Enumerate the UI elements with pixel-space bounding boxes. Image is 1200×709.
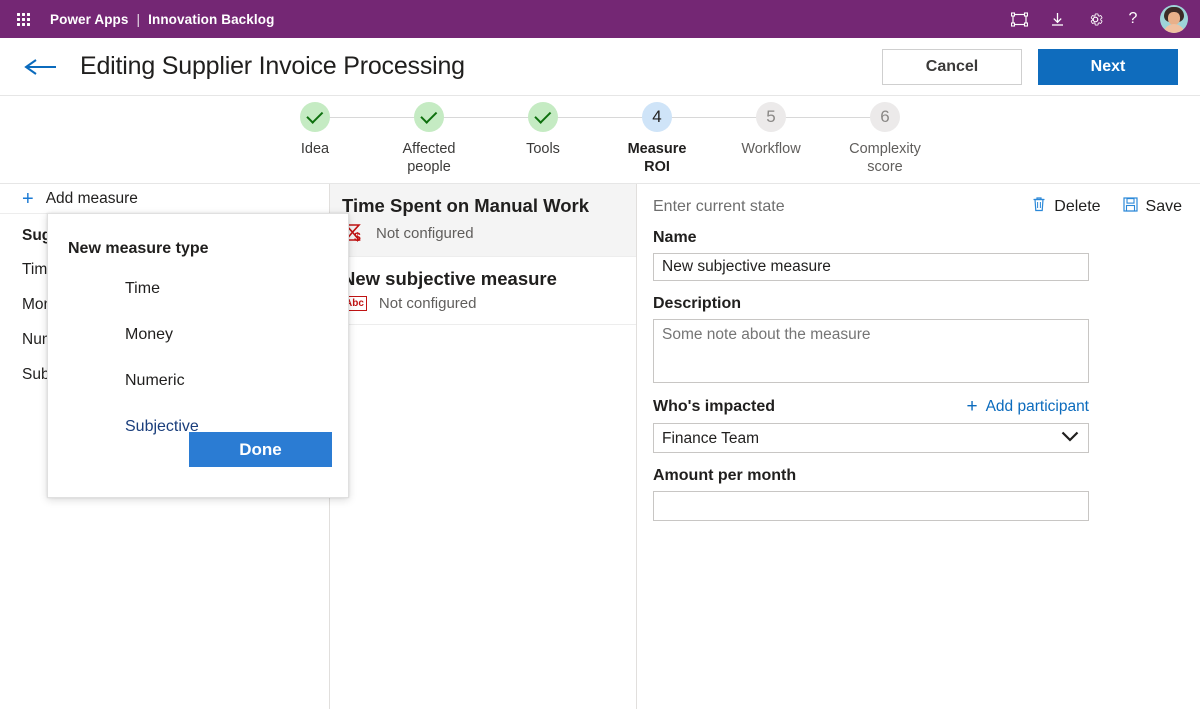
impacted-label: Who's impacted — [653, 397, 776, 415]
gear-icon[interactable] — [1078, 2, 1112, 36]
suite-bar: Power Apps | Innovation Backlog ? — [0, 0, 1200, 38]
delete-label: Delete — [1054, 197, 1101, 215]
measure-type-option[interactable]: Numeric — [125, 372, 332, 390]
save-button[interactable]: Save — [1122, 196, 1182, 217]
app-name[interactable]: Power Apps — [50, 12, 129, 27]
page-title: Editing Supplier Invoice Processing — [80, 52, 465, 80]
add-participant-label: Add participant — [985, 397, 1089, 415]
description-input[interactable] — [653, 319, 1089, 383]
context-name[interactable]: Innovation Backlog — [148, 12, 274, 27]
done-button[interactable]: Done — [189, 432, 332, 467]
wizard-steps: Idea Affected people Tools 4 Measure ROI 5 Workf… — [258, 102, 942, 176]
impacted-select[interactable]: Finance Team — [653, 423, 1089, 453]
command-bar-actions: Cancel Next — [882, 48, 1178, 85]
amount-label: Amount per month — [653, 467, 797, 484]
suite-bar-actions: ? — [1002, 2, 1188, 36]
save-disk-icon — [1122, 196, 1138, 217]
impacted-select-wrap: Finance Team — [653, 423, 1089, 453]
next-button[interactable]: Next — [1038, 48, 1178, 85]
wizard-step-4[interactable]: 4 Measure ROI — [600, 102, 771, 176]
suite-title: Power Apps | Innovation Backlog — [50, 12, 274, 27]
name-label: Name — [653, 229, 697, 246]
measure-card-title: Time Spent on Manual Work — [342, 195, 590, 216]
measure-card[interactable]: New subjective measure Abc Not configured — [330, 257, 636, 325]
measure-card-status-row: Abc Not configured — [342, 295, 624, 312]
cancel-button[interactable]: Cancel — [882, 48, 1022, 85]
step-connector — [657, 117, 771, 118]
wizard-step-6[interactable]: 6 Complexity score — [828, 102, 942, 176]
new-measure-type-dialog: New measure type Time Money Numeric Subject… — [47, 213, 349, 498]
step-label: Idea — [300, 141, 330, 157]
waffle-grid-icon[interactable] — [12, 8, 34, 30]
delete-button[interactable]: Delete — [1032, 196, 1101, 217]
step-check-icon — [300, 102, 330, 132]
wizard-step-5[interactable]: 5 Workflow — [714, 102, 885, 158]
add-participant-button[interactable]: + Add participant — [966, 397, 1089, 416]
name-input[interactable] — [653, 253, 1089, 281]
help-icon[interactable]: ? — [1116, 2, 1150, 36]
measure-card-status: Not configured — [378, 295, 477, 312]
step-label: Tools — [526, 141, 560, 157]
detail-actions: Delete Save — [1032, 196, 1182, 217]
wizard-step-2[interactable]: Affected people — [372, 102, 543, 176]
measure-card-status-row: $ Not configured — [342, 222, 624, 244]
detail-header: Enter current state Delete Save — [653, 196, 1182, 217]
wizard-step-3[interactable]: Tools — [486, 102, 657, 158]
avatar[interactable] — [1160, 5, 1188, 33]
wizard-step-1[interactable]: Idea — [258, 102, 429, 158]
svg-text:$: $ — [354, 230, 361, 244]
current-state-placeholder: Enter current state — [653, 197, 785, 215]
check-icon — [419, 106, 437, 124]
measure-detail-form: Enter current state Delete Save Name New… — [637, 184, 1200, 521]
measure-type-options: Time Money Numeric Subjective — [66, 280, 332, 436]
step-number: 6 — [870, 102, 900, 132]
measure-type-option[interactable]: Money — [125, 326, 332, 344]
measure-card-status: Not configured — [376, 224, 474, 242]
check-icon — [533, 106, 551, 124]
step-label: Measure ROI — [627, 141, 687, 175]
step-connector — [429, 117, 543, 118]
back-arrow-icon[interactable] — [22, 56, 58, 78]
trash-icon — [1032, 196, 1046, 217]
measure-card-list: Time Spent on Manual Work $ Not configured… — [330, 184, 636, 325]
step-check-icon — [414, 102, 444, 132]
plus-icon: + — [966, 396, 978, 417]
impacted-header-row: Who's impacted + Add participant — [653, 397, 1089, 416]
step-check-icon — [528, 102, 558, 132]
add-measure-button[interactable]: + Add measure — [0, 184, 329, 214]
frame-icon[interactable] — [1002, 2, 1036, 36]
step-label: Affected people — [402, 141, 456, 175]
amount-input[interactable] — [653, 491, 1089, 521]
add-measure-label: Add measure — [45, 189, 138, 207]
dialog-title: New measure type — [68, 240, 209, 257]
step-label: Workflow — [741, 141, 801, 157]
step-connector — [543, 117, 657, 118]
suite-separator: | — [136, 11, 141, 27]
measure-cards-panel: Time Spent on Manual Work $ Not configured… — [330, 184, 637, 709]
step-label: Complexity score — [849, 141, 921, 175]
check-icon — [305, 106, 323, 124]
step-connector — [315, 117, 429, 118]
measure-card[interactable]: Time Spent on Manual Work $ Not configured — [330, 184, 636, 257]
description-label: Description — [653, 295, 742, 312]
measure-card-title: New subjective measure — [342, 268, 557, 289]
measure-detail-panel: Enter current state Delete Save Name New… — [637, 184, 1200, 709]
step-number: 5 — [756, 102, 786, 132]
step-number: 4 — [642, 102, 672, 132]
save-label: Save — [1145, 197, 1182, 215]
wizard-stepper: Idea Affected people Tools 4 Measure ROI 5 Workf… — [0, 96, 1200, 184]
measure-type-option[interactable]: Time — [125, 280, 332, 298]
command-bar: Editing Supplier Invoice Processing Canc… — [0, 38, 1200, 96]
download-icon[interactable] — [1040, 2, 1074, 36]
plus-icon: + — [22, 187, 34, 210]
step-connector — [771, 117, 885, 118]
